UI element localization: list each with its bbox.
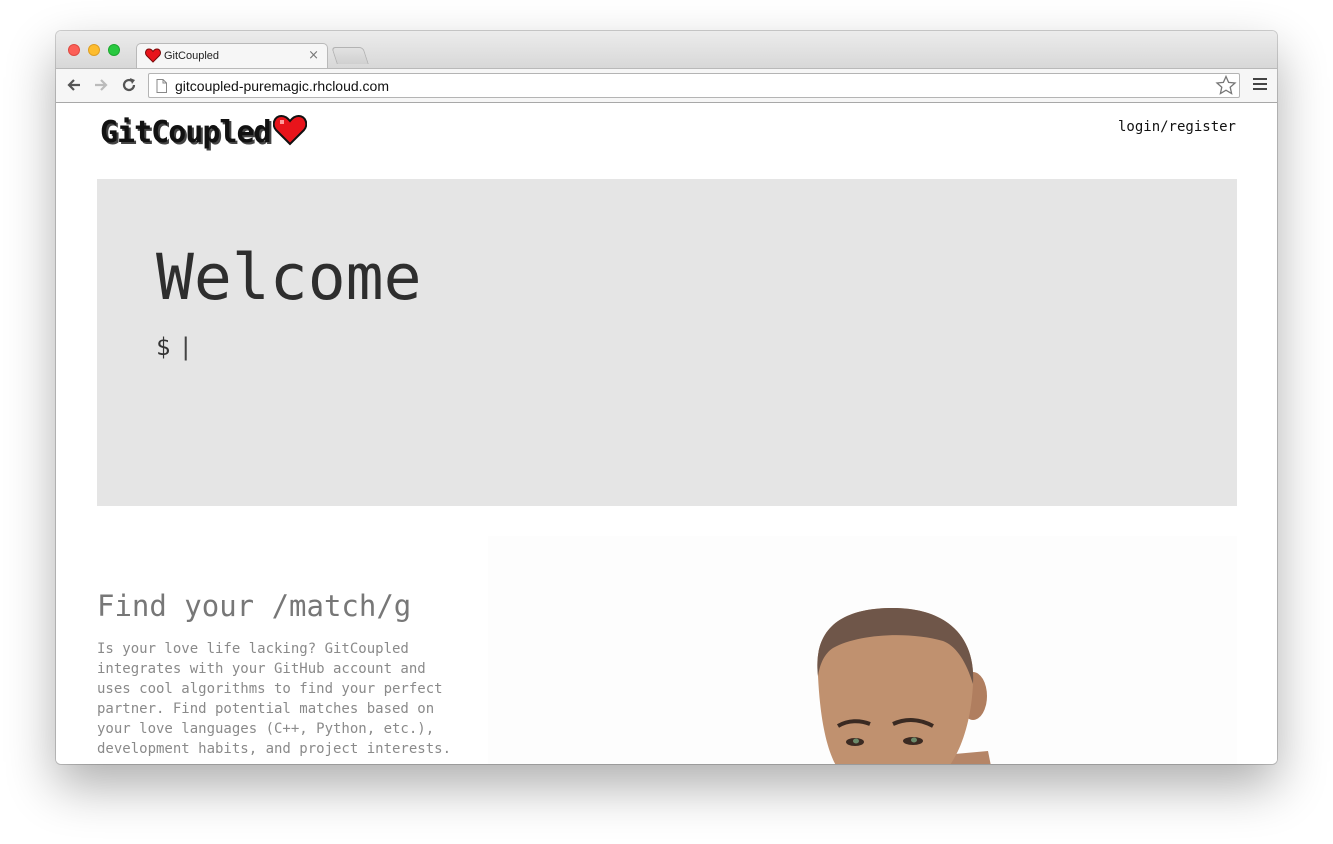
site-logo[interactable]: GitCoupled: [100, 113, 307, 151]
web-page: GitCoupled login/register Welcome $ | Fin…: [56, 103, 1277, 764]
new-tab-button[interactable]: [331, 47, 369, 64]
maximize-window-button[interactable]: [108, 44, 120, 56]
tab-title: GitCoupled: [164, 50, 220, 62]
page-icon: [156, 78, 167, 97]
forward-arrow-icon[interactable]: [91, 75, 111, 95]
text-cursor: |: [178, 333, 193, 361]
hero-title: Welcome: [156, 241, 422, 314]
feature-heading: Find your /match/g: [97, 589, 412, 623]
star-icon[interactable]: [1215, 74, 1237, 100]
menu-icon[interactable]: [1253, 78, 1267, 93]
browser-window: GitCoupled × gitcoupled-puremagic.rhclou…: [56, 31, 1277, 764]
tab-close-icon[interactable]: ×: [308, 48, 319, 63]
browser-tab[interactable]: GitCoupled ×: [136, 43, 328, 70]
prompt-symbol: $: [156, 333, 171, 361]
minimize-window-button[interactable]: [88, 44, 100, 56]
close-window-button[interactable]: [68, 44, 80, 56]
hero-banner: Welcome $ |: [97, 179, 1237, 506]
profile-photo: [488, 536, 1237, 764]
title-bar: GitCoupled ×: [56, 31, 1277, 70]
terminal-prompt: $ |: [156, 333, 193, 361]
feature-description: Is your love life lacking? GitCoupled in…: [97, 641, 452, 757]
logo-text: GitCoupled: [100, 114, 272, 150]
browser-toolbar: gitcoupled-puremagic.rhcloud.com: [56, 68, 1277, 103]
heart-icon: [145, 48, 161, 67]
url-text[interactable]: gitcoupled-puremagic.rhcloud.com: [175, 78, 389, 94]
login-register-link[interactable]: login/register: [1118, 119, 1236, 135]
back-arrow-icon[interactable]: [64, 75, 84, 95]
heart-icon: [272, 114, 307, 150]
address-bar[interactable]: gitcoupled-puremagic.rhcloud.com: [148, 73, 1240, 98]
reload-icon[interactable]: [119, 75, 139, 95]
